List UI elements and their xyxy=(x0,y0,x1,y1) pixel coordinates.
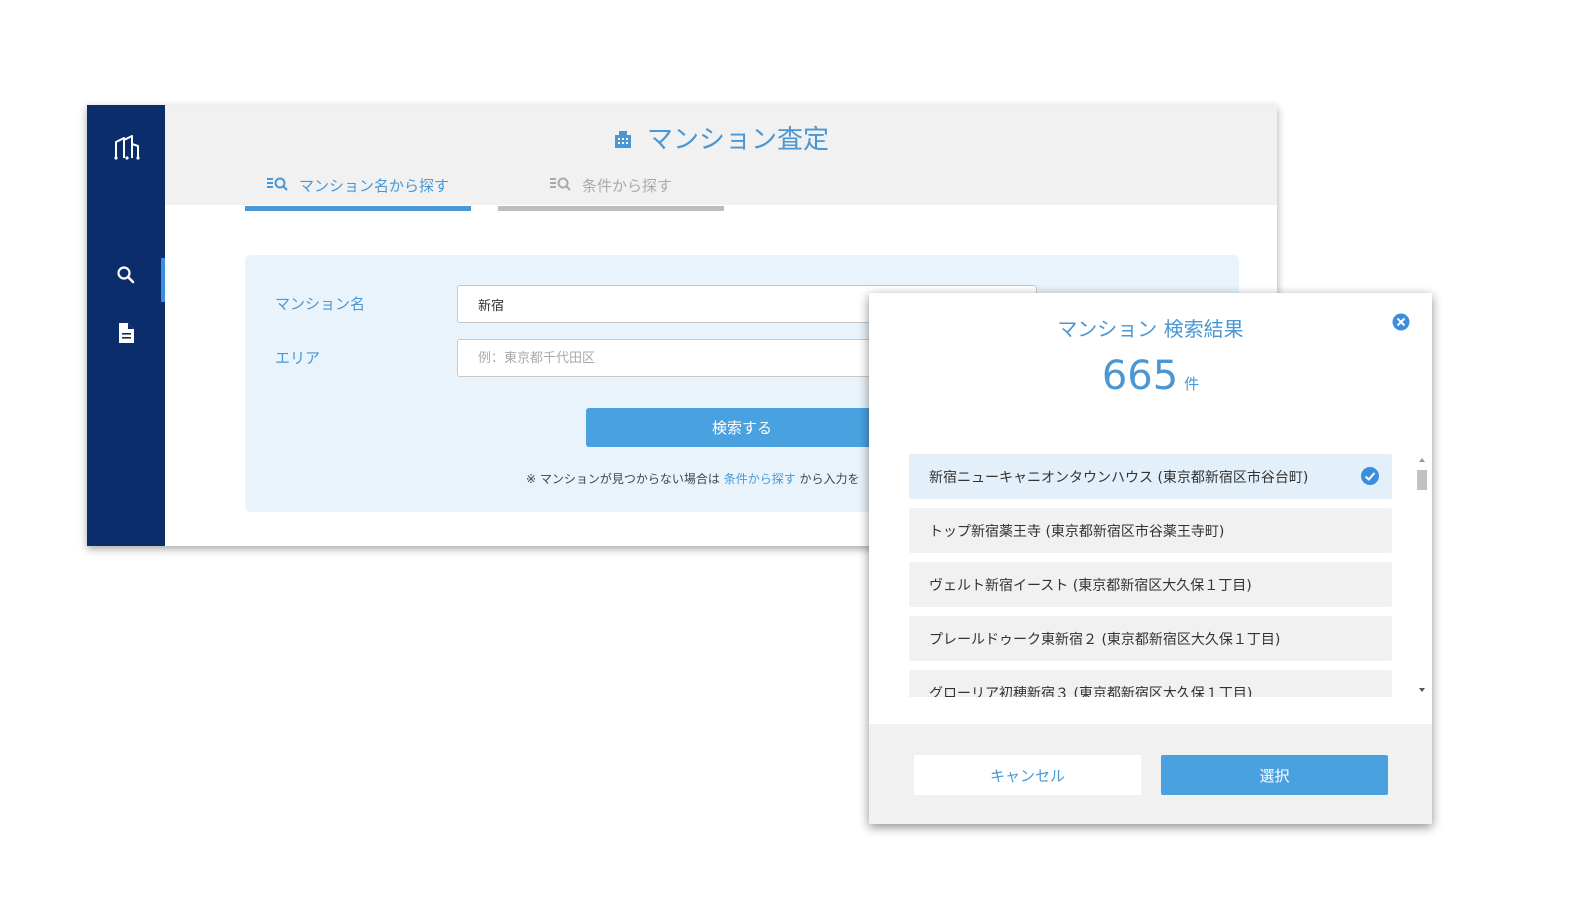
scrollbar-thumb[interactable] xyxy=(1417,470,1427,490)
tab-label: マンション名から探す xyxy=(298,177,449,195)
result-count-unit: 件 xyxy=(1184,375,1200,393)
note-suffix: から入力を xyxy=(799,472,860,486)
sidebar xyxy=(87,105,165,546)
result-count-number: 665 xyxy=(1101,353,1179,399)
list-item-label: トップ新宿薬王寺 (東京都新宿区市谷薬王寺町) xyxy=(929,523,1225,540)
list-item-label: ヴェルト新宿イースト (東京都新宿区大久保１丁目) xyxy=(929,577,1252,594)
check-circle-icon xyxy=(1360,466,1380,490)
page-title-text: マンション査定 xyxy=(646,125,829,155)
note-prefix: ※ マンションが見つからない場合は xyxy=(526,472,720,486)
list-item[interactable]: グローリア初穂新宿３ (東京都新宿区大久保１丁目) xyxy=(909,670,1392,697)
search-results-modal: マンション 検索結果 665 件 新宿ニューキャニオンタウンハウス (東京都新宿区… xyxy=(869,293,1432,824)
search-button[interactable]: 検索する xyxy=(586,408,898,447)
select-button[interactable]: 選択 xyxy=(1161,755,1388,795)
results-scrollbar[interactable] xyxy=(1416,453,1428,698)
search-icon[interactable] xyxy=(87,265,165,285)
list-search-icon xyxy=(549,175,572,195)
modal-footer: キャンセル 選択 xyxy=(869,724,1432,824)
cancel-button[interactable]: キャンセル xyxy=(914,755,1141,795)
list-item[interactable]: ヴェルト新宿イースト (東京都新宿区大久保１丁目) xyxy=(909,562,1392,607)
modal-title: マンション 検索結果 xyxy=(1057,317,1244,341)
mansion-name-label: マンション名 xyxy=(275,295,366,313)
search-help-note: ※ マンションが見つからない場合は 条件から探す から入力を xyxy=(526,470,860,487)
condition-search-link[interactable]: 条件から探す xyxy=(724,472,796,486)
building-logo-icon[interactable] xyxy=(87,130,165,162)
list-item-label: グローリア初穂新宿３ (東京都新宿区大久保１丁目) xyxy=(929,685,1253,698)
tab-label: 条件から探す xyxy=(581,177,672,195)
page-title: マンション査定 xyxy=(165,119,1277,156)
list-item-label: プレールドゥーク東新宿２ (東京都新宿区大久保１丁目) xyxy=(929,631,1281,648)
list-item[interactable]: 新宿ニューキャニオンタウンハウス (東京都新宿区市谷台町) xyxy=(909,454,1392,499)
document-icon[interactable] xyxy=(87,322,165,344)
area-label: エリア xyxy=(275,349,321,367)
header: マンション査定 マンション名から探す 条件から探す xyxy=(165,105,1277,211)
list-item[interactable]: トップ新宿薬王寺 (東京都新宿区市谷薬王寺町) xyxy=(909,508,1392,553)
result-count: 665 件 xyxy=(869,353,1432,399)
list-search-icon xyxy=(266,175,289,195)
list-item[interactable]: プレールドゥーク東新宿２ (東京都新宿区大久保１丁目) xyxy=(909,616,1392,661)
tab-name-search[interactable]: マンション名から探す xyxy=(245,167,471,211)
list-item-label: 新宿ニューキャニオンタウンハウス (東京都新宿区市谷台町) xyxy=(929,469,1309,486)
building-icon xyxy=(613,126,633,156)
tab-condition-search[interactable]: 条件から探す xyxy=(498,167,724,211)
close-icon[interactable] xyxy=(1392,313,1410,335)
results-list: 新宿ニューキャニオンタウンハウス (東京都新宿区市谷台町) トップ新宿薬王寺 (… xyxy=(909,454,1394,697)
